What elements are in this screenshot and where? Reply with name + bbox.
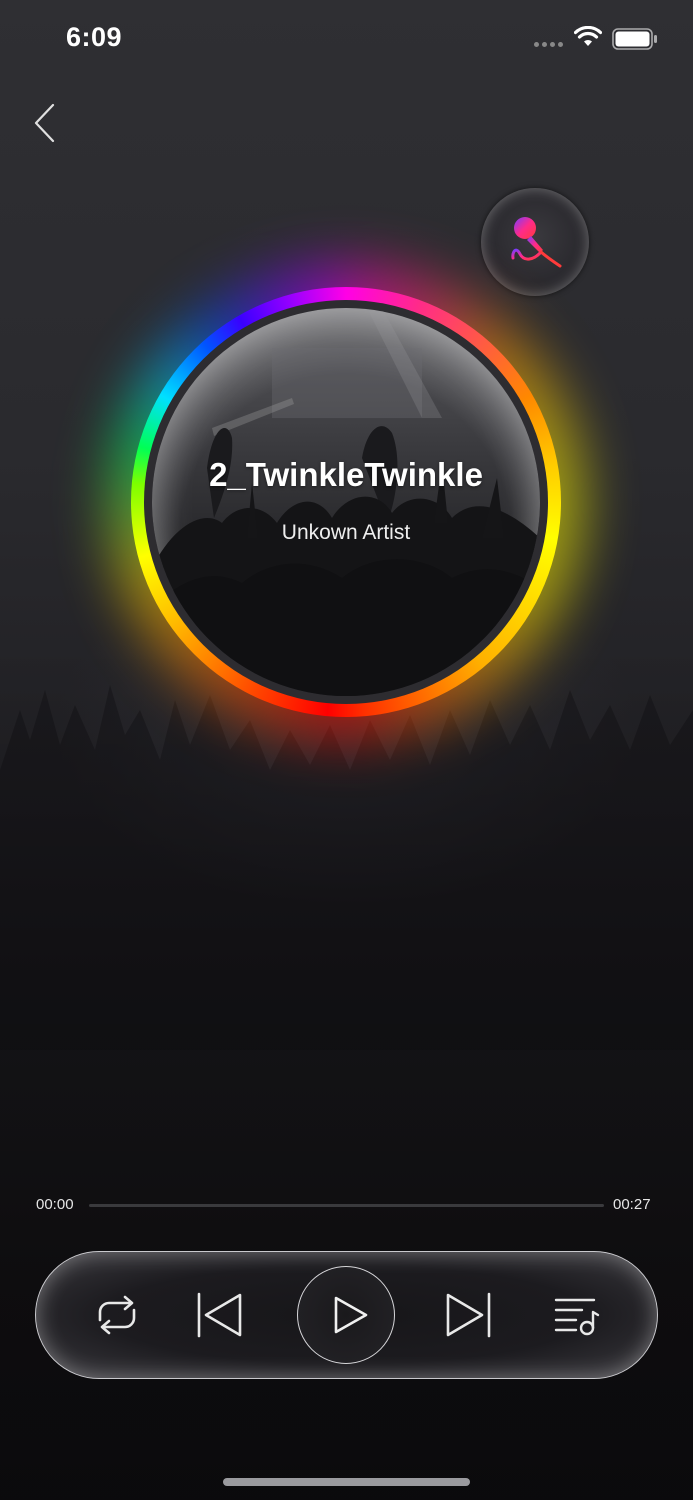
back-button[interactable] <box>28 100 64 146</box>
chevron-left-icon <box>34 103 55 143</box>
play-button[interactable] <box>297 1266 395 1364</box>
song-title: 2_TwinkleTwinkle <box>209 456 483 493</box>
battery-icon <box>612 28 657 50</box>
status-time: 6:09 <box>66 22 123 52</box>
concert-crowd-image <box>152 308 540 696</box>
repeat-icon <box>98 1295 136 1335</box>
playlist-music-icon <box>554 1298 600 1336</box>
karaoke-mic-button[interactable] <box>481 188 589 296</box>
skip-next-icon <box>446 1292 491 1338</box>
current-time: 00:00 <box>36 1196 74 1213</box>
play-icon <box>334 1296 368 1334</box>
home-indicator[interactable] <box>223 1478 470 1486</box>
playlist-button[interactable] <box>552 1292 600 1338</box>
microphone-icon <box>511 217 562 268</box>
progress-slider[interactable] <box>89 1204 604 1207</box>
previous-button[interactable] <box>195 1290 245 1340</box>
next-button[interactable] <box>443 1290 493 1340</box>
repeat-button[interactable] <box>90 1290 144 1340</box>
song-artist: Unkown Artist <box>281 521 411 544</box>
album-art <box>152 308 540 696</box>
wifi-icon <box>574 26 602 46</box>
total-time: 00:27 <box>613 1196 651 1213</box>
cellular-signal-icon <box>534 42 563 47</box>
skip-previous-icon <box>197 1292 242 1338</box>
